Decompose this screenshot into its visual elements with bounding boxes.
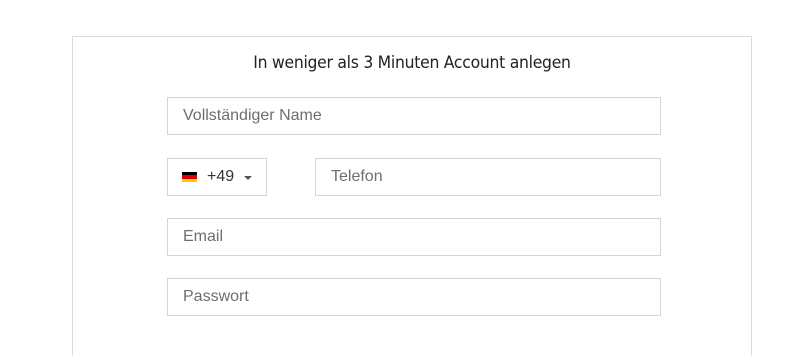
caret-down-icon — [244, 176, 253, 180]
germany-flag-icon — [182, 172, 197, 182]
password-input[interactable] — [167, 278, 661, 316]
phone-input[interactable] — [315, 158, 661, 196]
signup-card: In weniger als 3 Minuten Account anlegen… — [72, 36, 752, 356]
country-code-select[interactable]: +49 — [167, 158, 267, 196]
full-name-input[interactable] — [167, 97, 661, 135]
email-input[interactable] — [167, 218, 661, 256]
dial-code-label: +49 — [207, 168, 235, 185]
form-title: In weniger als 3 Minuten Account anlegen — [253, 53, 571, 73]
